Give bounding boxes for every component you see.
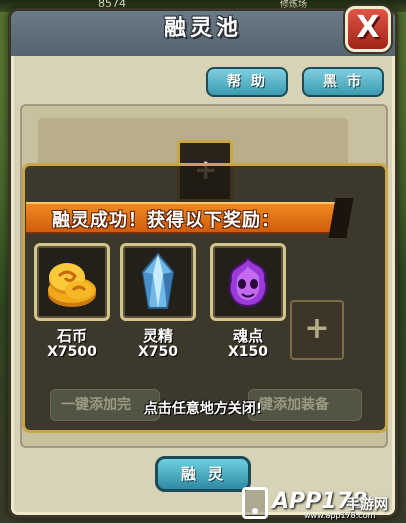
watermark: APP178 手游网 www.app178.com [242, 483, 406, 523]
reward-name: 灵精 [142, 327, 173, 345]
black-market-button[interactable]: 黑市 [302, 67, 384, 97]
reward-name: 魂点 [232, 327, 263, 345]
reward-quantity: X150 [227, 344, 269, 360]
close-button[interactable]: X [345, 6, 391, 52]
fuse-button[interactable]: 融灵 [155, 456, 251, 492]
reward-slot-coins [34, 243, 110, 321]
purple-soul-icon [228, 256, 268, 308]
reward-banner-text: 融灵成功！获得以下奖励： [52, 210, 280, 231]
reward-quantity: X750 [137, 344, 179, 360]
reward-name: 石币 [56, 327, 87, 345]
phone-logo-icon [242, 487, 268, 519]
coin-stack-icon [48, 263, 96, 307]
reward-slot-soul [210, 243, 286, 321]
dismiss-hint: 点击任意地方关闭! [143, 401, 263, 417]
reward-slot-crystal [120, 243, 196, 321]
fusion-slot-right: + [290, 300, 344, 360]
watermark-url: www.app178.com [304, 511, 376, 520]
help-button[interactable]: 帮助 [206, 67, 288, 97]
crystal-icon [141, 252, 175, 309]
plus-icon: + [304, 311, 330, 346]
reward-quantity: X7500 [47, 344, 97, 360]
